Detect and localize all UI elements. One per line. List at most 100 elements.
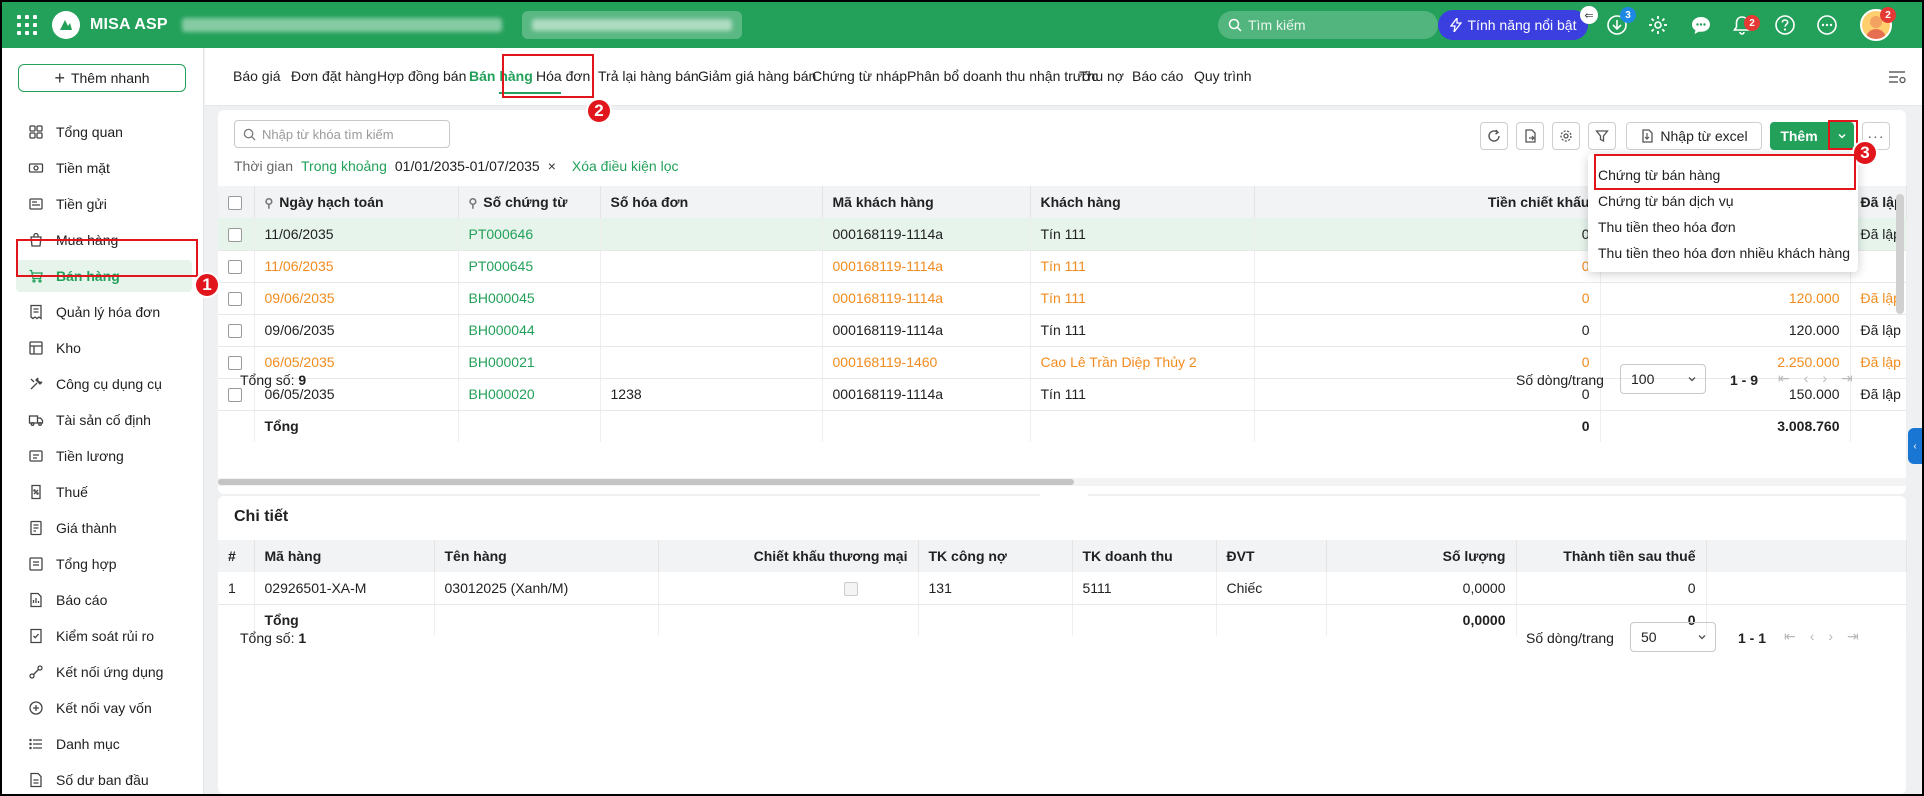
filter-range: 01/01/2035-01/07/2035 [394,158,540,174]
avatar-badge: 2 [1880,7,1896,23]
col-header-invoice-no[interactable]: Số hóa đơn [600,186,823,218]
row-doc-link[interactable]: BH000044 [458,314,601,347]
row-doc-link[interactable]: BH000045 [458,282,601,315]
row-checkbox[interactable] [218,282,255,315]
sidebar-item-3[interactable]: Mua hàng [16,224,192,256]
sidebar-item-9[interactable]: Tiền lương [16,440,192,472]
col-header-discount[interactable]: Tiền chiết khấu [1254,186,1601,218]
settings-gear-icon[interactable] [1647,14,1671,38]
select-all-checkbox[interactable] [218,186,255,218]
tab-10[interactable]: Báo cáo [1132,68,1183,84]
menu-item-collect-multi-customer[interactable]: Thu tiền theo hóa đơn nhiều khách hàng [1598,240,1850,266]
sidebar-item-12[interactable]: Tổng hợp [16,548,192,580]
filter-mode[interactable]: Trong khoảng [301,158,387,174]
sidebar-item-17[interactable]: Danh mục [16,728,192,760]
remove-filter-icon[interactable]: × [548,158,556,174]
sidebar-item-18[interactable]: Số dư ban đầu [16,764,192,794]
sidebar-item-10[interactable]: Thuế [16,476,192,508]
main-page-size-select[interactable]: 100 [1620,364,1706,394]
filter-funnel-icon[interactable] [1588,122,1616,150]
sidebar-item-4[interactable]: Bán hàng [16,260,192,292]
global-search-input[interactable]: Tìm kiếm [1218,11,1438,39]
export-icon[interactable] [1516,122,1544,150]
detail-col-tk-cong-no[interactable]: TK công nợ [918,540,1073,572]
col-header-doc-no[interactable]: ⚲ Số chứng từ [458,186,601,218]
detail-col-unit[interactable]: ĐVT [1216,540,1327,572]
sidebar-item-7[interactable]: Công cụ dụng cụ [16,368,192,400]
detail-row[interactable]: 1 02926501-XA-M 03012025 (Xanh/M) 131 51… [218,572,1907,605]
chat-icon[interactable] [1690,14,1714,38]
row-discount: 0 [1254,218,1601,251]
main-pager-arrows-icon[interactable]: ⇤‹›⇥ [1778,370,1867,387]
detail-col-tk-doanh-thu[interactable]: TK doanh thu [1072,540,1217,572]
row-checkbox[interactable] [218,250,255,283]
detail-col-code[interactable]: Mã hàng [254,540,435,572]
tab-4[interactable]: Hóa đơn [536,68,590,84]
featured-functions-button[interactable]: Tính năng nổi bật [1438,10,1588,40]
keyword-search-input[interactable]: Nhập từ khóa tìm kiếm [234,120,450,148]
row-checkbox[interactable] [218,218,255,251]
sidebar-item-0[interactable]: Tổng quan [16,116,192,148]
detail-col-trade-discount[interactable]: Chiết khấu thương mại [658,540,919,572]
sidebar-item-13[interactable]: Báo cáo [16,584,192,616]
detail-pager-arrows-icon[interactable]: ⇤‹›⇥ [1784,628,1873,645]
menu-item-sales-voucher[interactable]: Chứng từ bán hàng [1598,162,1720,188]
tab-3[interactable]: Bán hàng [469,68,533,84]
detail-col-amount[interactable]: Thành tiền sau thuế [1516,540,1707,572]
tab-6[interactable]: Giảm giá hàng bán [698,68,816,84]
sidebar-item-14[interactable]: Kiểm soát rủi ro [16,620,192,652]
tab-5[interactable]: Trả lại hàng bán [598,68,699,84]
row-doc-link[interactable]: PT000645 [458,250,601,283]
sidebar-item-1[interactable]: Tiền mặt [16,152,192,184]
help-icon[interactable] [1774,14,1798,38]
more-apps-icon[interactable] [1816,14,1840,38]
database-selector-blurred[interactable] [521,11,742,39]
menu-item-collect-by-invoice[interactable]: Thu tiền theo hóa đơn [1598,214,1736,240]
row-checkbox[interactable] [218,314,255,347]
table-horizontal-scrollbar[interactable] [218,478,1906,486]
sidebar-item-label: Tổng quan [56,124,123,140]
tab-settings-icon[interactable] [1886,66,1908,88]
sidebar-item-5[interactable]: Quản lý hóa đơn [16,296,192,328]
back-arrow-icon[interactable]: ⇐ [1580,6,1598,24]
col-header-customer-code[interactable]: Mã khách hàng [822,186,1031,218]
detail-page-size-select[interactable]: 50 [1630,622,1716,652]
settings-icon[interactable] [1552,122,1580,150]
add-button[interactable]: Thêm [1770,122,1828,150]
tab-11[interactable]: Quy trình [1194,68,1252,84]
row-doc-link[interactable]: PT000646 [458,218,601,251]
row-date: 09/06/2035 [254,282,459,315]
detail-col-name[interactable]: Tên hàng [434,540,659,572]
sidebar-item-11[interactable]: Giá thành [16,512,192,544]
table-vertical-scrollbar[interactable] [1896,194,1904,314]
sidebar-item-label: Tài sản cố định [56,412,151,428]
sidebar-item-15[interactable]: Kết nối ứng dụng [16,656,192,688]
sidebar-item-6[interactable]: Kho [16,332,192,364]
sidebar-item-16[interactable]: Kết nối vay vốn [16,692,192,724]
clear-filter-link[interactable]: Xóa điều kiện lọc [572,158,679,174]
chevron-down-icon [1698,635,1706,640]
row-customer: Tín 111 [1030,314,1255,347]
tab-2[interactable]: Hợp đồng bán [377,68,466,84]
tab-7[interactable]: Chứng từ nháp [812,68,907,84]
app-grid-icon[interactable] [16,14,38,36]
col-header-date[interactable]: ⚲ Ngày hạch toán [254,186,459,218]
tab-8[interactable]: Phân bổ doanh thu nhận trước [907,68,1098,84]
trade-discount-checkbox[interactable] [843,581,858,596]
menu-item-service-voucher[interactable]: Chứng từ bán dịch vụ [1598,188,1734,214]
col-header-customer[interactable]: Khách hàng [1030,186,1255,218]
import-excel-button[interactable]: Nhập từ excel [1626,122,1762,150]
table-row[interactable]: 09/06/2035 BH000044 000168119-1114a Tín 111… [218,314,1907,347]
tab-1[interactable]: Đơn đặt hàng [291,68,376,84]
refresh-icon[interactable] [1480,122,1508,150]
sidebar-item-8[interactable]: Tài sản cố định [16,404,192,436]
detail-col-qty[interactable]: Số lượng [1326,540,1517,572]
add-dropdown-toggle[interactable] [1828,122,1854,150]
table-row[interactable]: 09/06/2035 BH000045 000168119-1114a Tín 111… [218,282,1907,315]
misa-logo-icon [52,11,80,39]
tab-9[interactable]: Thu nợ [1079,68,1124,84]
tab-0[interactable]: Báo giá [233,68,280,84]
collapse-side-panel-icon[interactable]: ‹ [1908,428,1922,464]
quick-add-button[interactable]: + Thêm nhanh [18,64,186,92]
sidebar-item-2[interactable]: Tiền gửi [16,188,192,220]
